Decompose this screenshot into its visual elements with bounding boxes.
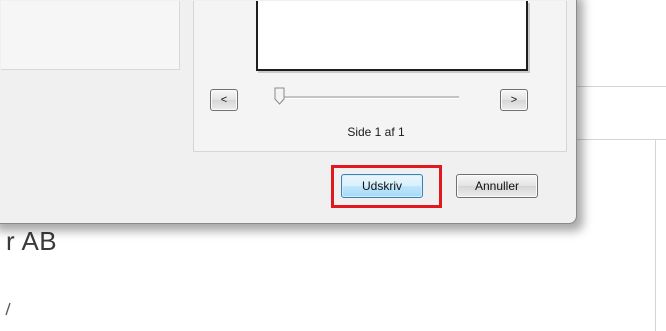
- print-dialog: < > Side 1 af 1 Udskriv Annuller: [0, 0, 577, 224]
- settings-panel: [1, 1, 180, 70]
- zoom-slider-thumb[interactable]: [274, 87, 285, 105]
- highlight-box: [331, 165, 442, 208]
- zoom-slider-track[interactable]: [281, 96, 459, 99]
- background-document-text: r AB: [6, 226, 58, 256]
- print-preview-group: < > Side 1 af 1: [193, 1, 567, 152]
- text-cursor-mark: [5, 302, 11, 316]
- preview-page: [256, 1, 528, 71]
- previous-page-button[interactable]: <: [210, 89, 238, 111]
- background-rule: [575, 86, 666, 87]
- page-indicator: Side 1 af 1: [347, 125, 405, 139]
- next-page-button[interactable]: >: [500, 89, 528, 111]
- background-rule: [575, 139, 666, 140]
- cancel-button[interactable]: Annuller: [456, 174, 538, 198]
- background-rule: [655, 139, 656, 331]
